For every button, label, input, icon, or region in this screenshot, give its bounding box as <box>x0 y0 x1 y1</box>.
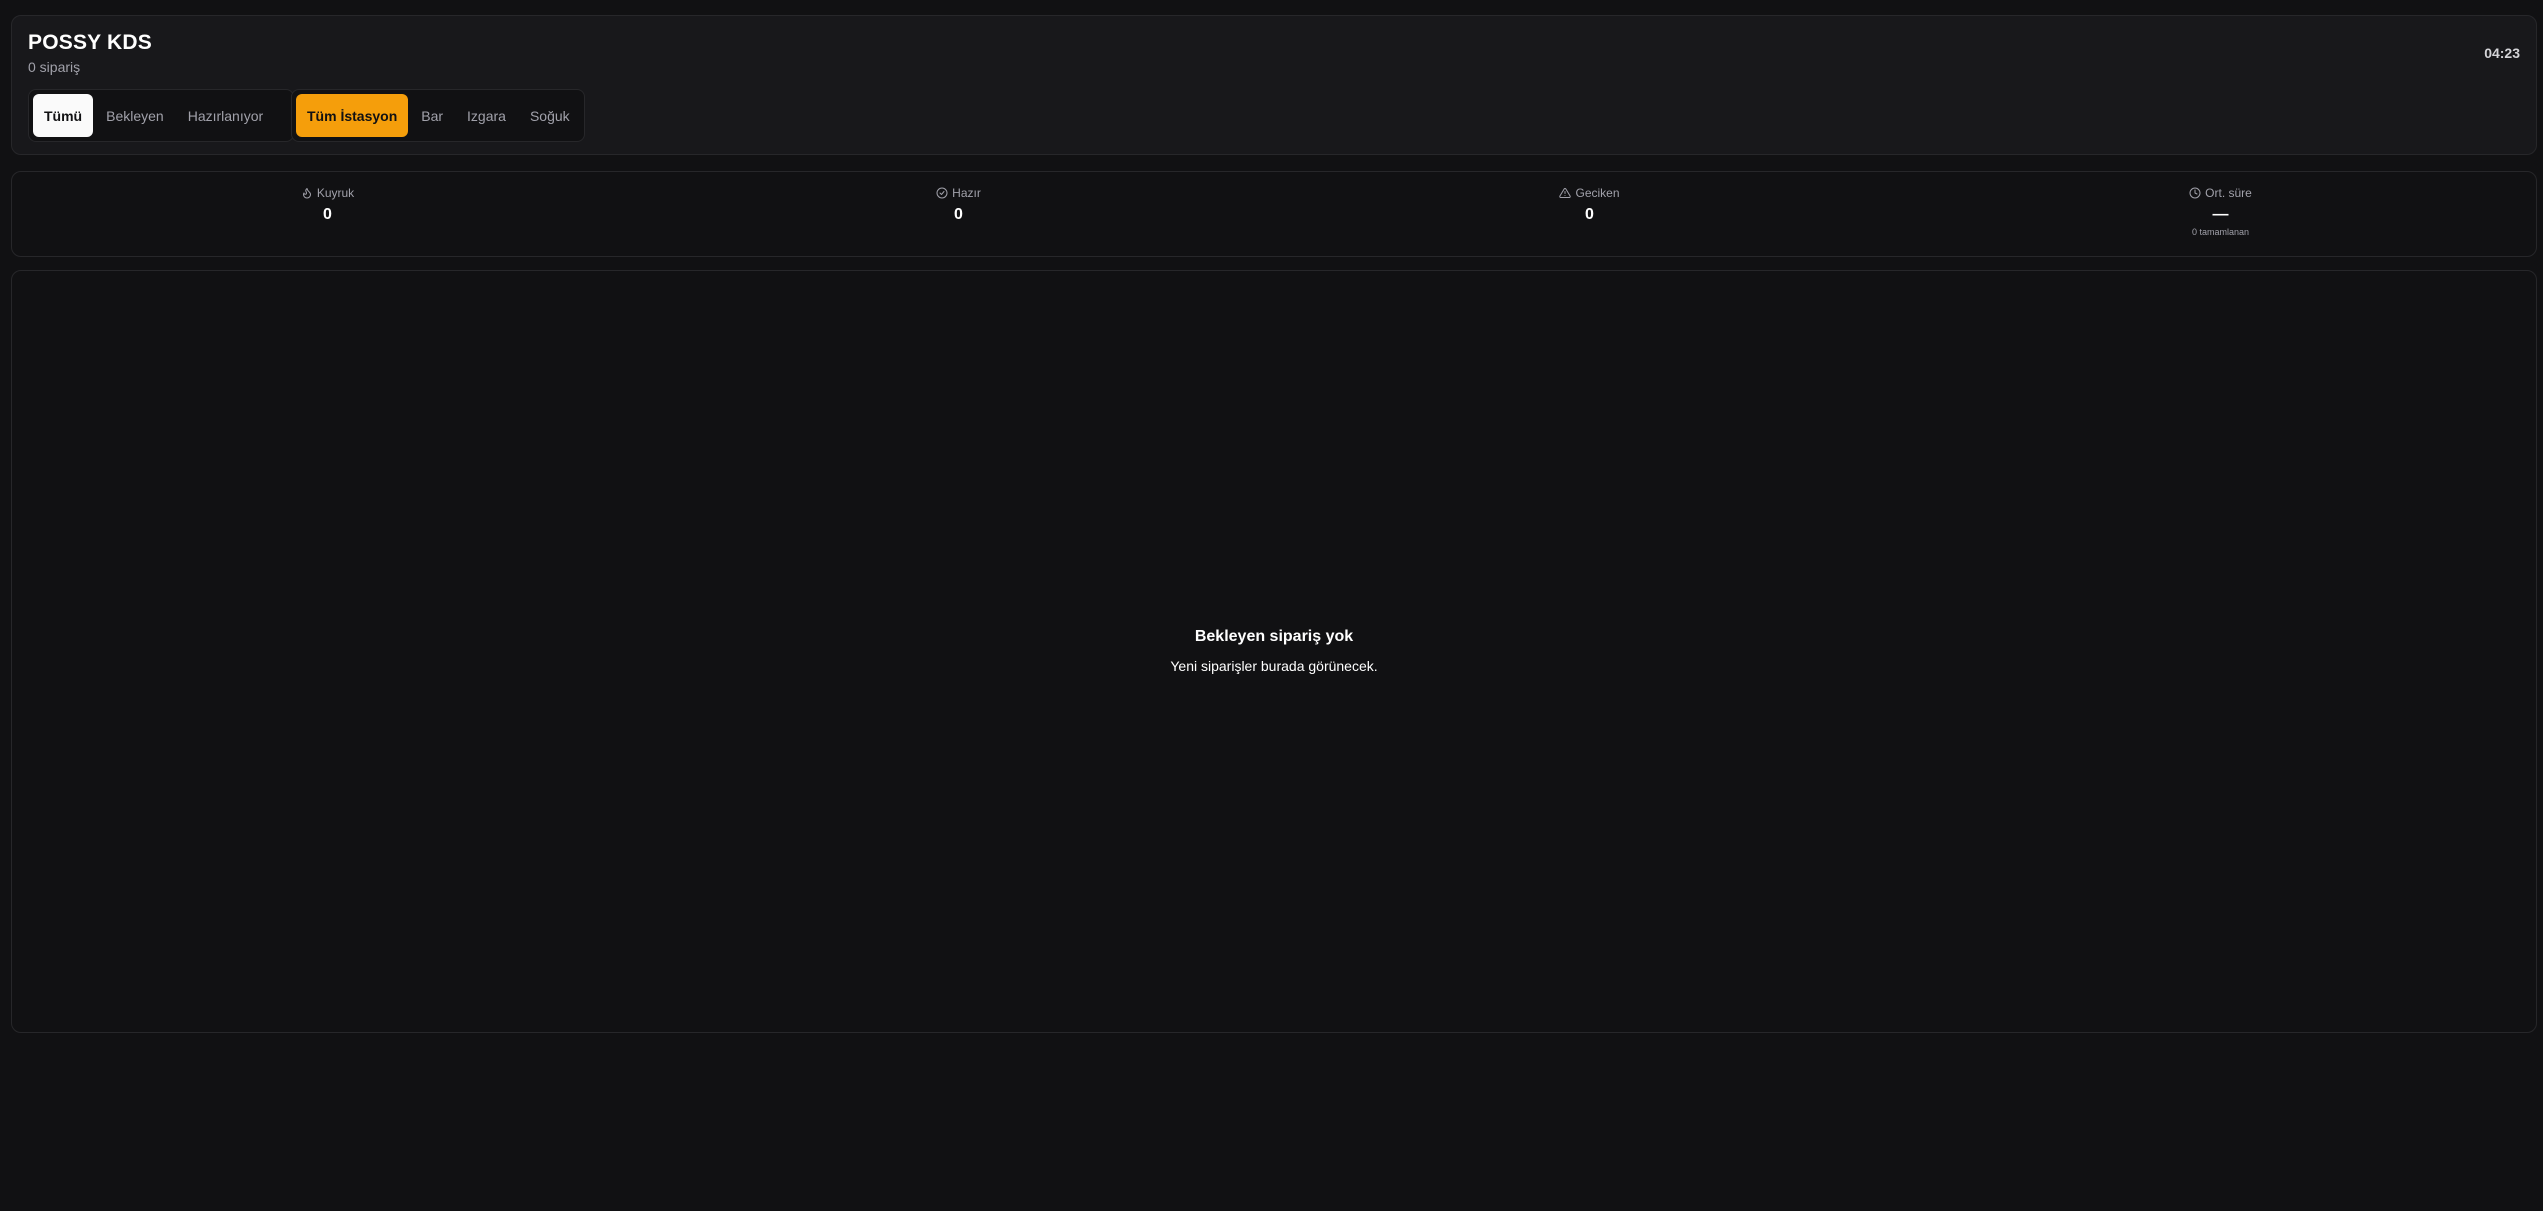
stat-avg-time: Ort. süre — 0 tamamlanan <box>1905 172 2536 256</box>
status-filter-preparing[interactable]: Hazırlanıyor <box>177 94 274 137</box>
stat-ready: Hazır 0 <box>643 172 1274 256</box>
empty-state: Bekleyen sipariş yok Yeni siparişler bur… <box>12 628 2536 674</box>
stat-delayed: Geciken 0 <box>1274 172 1905 256</box>
status-filter-pending[interactable]: Bekleyen <box>95 94 175 137</box>
app-title: POSSY KDS <box>28 31 152 54</box>
warning-triangle-icon <box>1559 187 1572 198</box>
station-filter-bar[interactable]: Bar <box>410 94 454 137</box>
stat-ready-label: Hazır <box>952 186 981 200</box>
stat-queue-value: 0 <box>323 206 332 223</box>
stats-bar: Kuyruk 0 Hazır 0 Geciken 0 Ort. süre — 0… <box>11 171 2537 257</box>
stat-avg-time-completed: 0 tamamlanan <box>2191 227 2250 237</box>
empty-state-subtitle: Yeni siparişler burada görünecek. <box>1170 658 1378 674</box>
station-filter-grill[interactable]: Izgara <box>456 94 517 137</box>
stat-ready-value: 0 <box>954 206 963 223</box>
stat-avg-time-value: — <box>2212 206 2229 223</box>
check-circle-icon <box>936 187 948 199</box>
station-filter-all[interactable]: Tüm İstasyon <box>296 94 409 137</box>
station-filter-group: Tüm İstasyon Bar Izgara Soğuk <box>291 89 585 142</box>
stat-queue-label: Kuyruk <box>316 186 355 200</box>
flame-icon <box>302 188 311 199</box>
orders-board: Bekleyen sipariş yok Yeni siparişler bur… <box>11 270 2537 1033</box>
clock-icon <box>2189 187 2201 199</box>
order-count: 0 sipariş <box>28 59 81 75</box>
header-card: POSSY KDS 0 sipariş 04:23 Tümü Bekleyen … <box>11 15 2537 155</box>
stat-delayed-value: 0 <box>1585 206 1594 223</box>
stat-avg-time-label: Ort. süre <box>2205 186 2252 200</box>
empty-state-title: Bekleyen sipariş yok <box>1194 628 1354 645</box>
clock: 04:23 <box>2484 45 2520 61</box>
status-filter-group: Tümü Bekleyen Hazırlanıyor <box>28 89 294 142</box>
station-filter-cold[interactable]: Soğuk <box>519 94 581 137</box>
stat-delayed-label: Geciken <box>1575 186 1620 200</box>
status-filter-all[interactable]: Tümü <box>33 94 94 137</box>
stat-queue: Kuyruk 0 <box>12 172 643 256</box>
